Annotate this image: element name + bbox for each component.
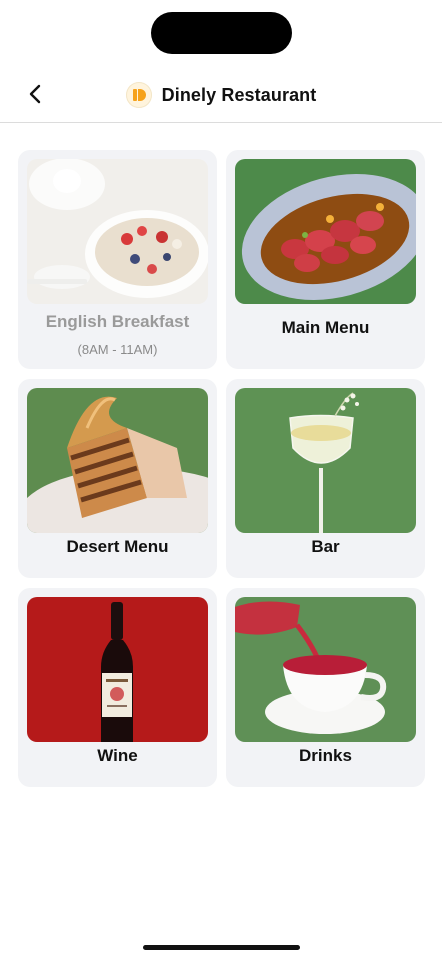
main-dish-image (235, 159, 416, 304)
menu-card-label: Bar (311, 537, 340, 556)
cocktail-glass-image (235, 388, 416, 533)
dinely-logo-icon (125, 82, 152, 108)
menu-card-drinks[interactable]: Drinks (226, 588, 425, 787)
device-notch (151, 12, 292, 54)
breakfast-bowl-image (27, 159, 208, 304)
tea-cup-image (235, 597, 416, 742)
menu-card-hours: (8AM - 11AM) (77, 342, 158, 357)
menu-card-bar[interactable]: Bar (226, 379, 425, 578)
cake-slice-image (27, 388, 208, 533)
menu-card-label: Desert Menu (66, 537, 169, 556)
wine-bottle-image (27, 597, 208, 742)
menu-grid: English Breakfast (8AM - 11AM) Main Menu (18, 150, 425, 787)
page-title: Dinely Restaurant (161, 84, 317, 105)
menu-card-label: Wine (97, 746, 138, 765)
menu-card-label: Main Menu (281, 318, 370, 337)
menu-card-label: Drinks (299, 746, 352, 765)
menu-card-desert-menu[interactable]: Desert Menu (18, 379, 217, 578)
menu-card-main-menu[interactable]: Main Menu (226, 150, 425, 369)
menu-card-english-breakfast[interactable]: English Breakfast (8AM - 11AM) (18, 150, 217, 369)
menu-card-label: English Breakfast (45, 312, 190, 331)
top-bar: Dinely Restaurant (0, 70, 442, 123)
home-indicator (143, 945, 300, 950)
menu-card-wine[interactable]: Wine (18, 588, 217, 787)
